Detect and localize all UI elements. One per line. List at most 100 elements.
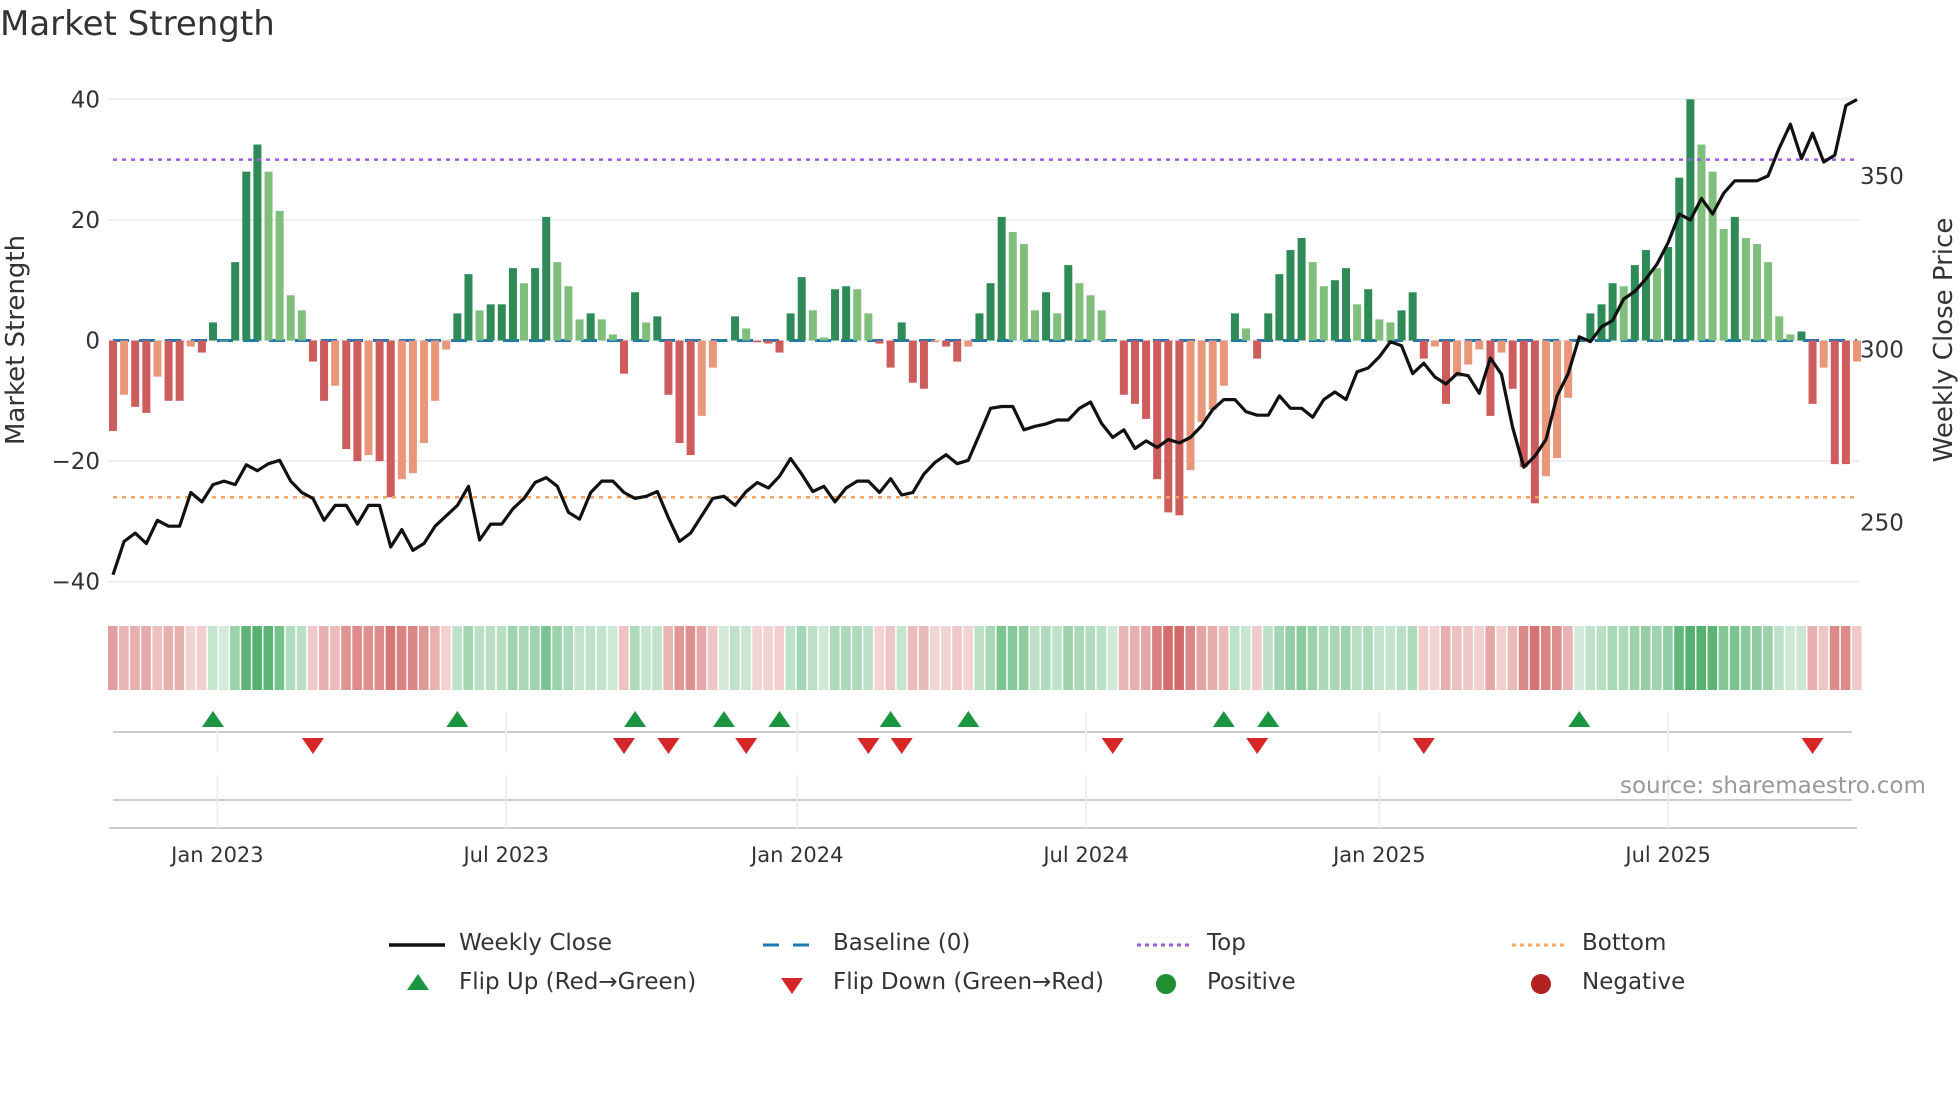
strength-strip-cell [1085, 626, 1096, 690]
strength-bar [1408, 292, 1417, 341]
strength-bar [742, 328, 751, 341]
strength-bar [1708, 171, 1717, 341]
strength-strip-cell [119, 626, 129, 690]
strength-strip-cell [1740, 626, 1751, 690]
strength-bar [1664, 247, 1673, 341]
strength-bar [1008, 231, 1017, 341]
strength-bar [197, 340, 206, 353]
strength-strip-cell [1474, 626, 1484, 690]
strength-strip-cell [518, 626, 529, 690]
strength-strip-cell [1229, 626, 1240, 690]
y-right-tick-label: 250 [1860, 511, 1904, 537]
strength-strip-cell [829, 626, 840, 690]
strength-strip-cell [207, 626, 218, 690]
strength-bar [1464, 340, 1473, 365]
strength-bar [1308, 262, 1317, 341]
strength-strip-cell [463, 626, 474, 690]
strength-strip-cell [230, 626, 240, 690]
strength-strip-cell [574, 626, 585, 690]
strength-bar [1730, 216, 1739, 341]
x-tick-label: Jan 2024 [749, 843, 844, 867]
strength-strip-cell [1785, 626, 1795, 690]
strength-strip-cell [1763, 626, 1773, 690]
legend-label: Flip Down (Green→Red) [833, 969, 1104, 995]
strength-bar [1486, 340, 1495, 416]
strength-strip-cell [252, 626, 262, 690]
x-tick-label: Jul 2024 [1041, 843, 1128, 867]
strength-strip-cell [1529, 626, 1540, 690]
strength-strip-cell [1851, 626, 1862, 690]
strength-strip-cell [385, 626, 396, 690]
strength-strip-cell [1074, 626, 1084, 690]
strength-strip-cell [1707, 626, 1718, 690]
y-right-tick-label: 350 [1860, 164, 1904, 190]
strength-bar [997, 216, 1006, 341]
strength-bar [220, 340, 229, 342]
strength-strip-cell [1696, 626, 1707, 690]
strength-bar [253, 144, 262, 341]
strength-strip-cell [1685, 626, 1695, 690]
y-tick-label: −20 [51, 449, 100, 475]
source-credit: source: sharemaestro.com [1620, 773, 1926, 799]
strength-strip-cell [1329, 626, 1340, 690]
strength-bar [1441, 340, 1450, 404]
strength-strip-cell [196, 626, 207, 690]
strength-strip-cell [152, 626, 162, 690]
strength-bar [1208, 340, 1217, 410]
strength-strip-cell [1063, 626, 1073, 690]
strength-bar [186, 340, 195, 347]
strength-bar [1319, 286, 1328, 341]
y-axis-label: Market Strength [1, 235, 31, 445]
strength-bar [164, 340, 173, 401]
strength-bar [653, 316, 662, 341]
x-tick-label: Jul 2023 [461, 843, 548, 867]
strength-bar [1775, 316, 1784, 341]
strength-strip-cell [185, 626, 196, 690]
strength-strip-cell [963, 626, 973, 690]
strength-bar [819, 337, 828, 341]
strength-bar [1019, 244, 1028, 341]
strength-strip-cell [241, 626, 251, 690]
strength-strip-cell [1141, 626, 1151, 690]
strength-strip-cell [174, 626, 185, 690]
strength-strip-cell [1629, 626, 1640, 690]
strength-strip-cell [663, 626, 673, 690]
strength-bar [1275, 274, 1284, 341]
strength-strip-cell [707, 626, 718, 690]
strength-bar [1230, 313, 1239, 341]
legend-triangle-down-icon [781, 978, 803, 994]
strength-bar [1808, 340, 1817, 404]
strength-strip-cell [752, 626, 762, 690]
strength-strip-cell [1318, 626, 1329, 690]
strength-bar [1697, 144, 1706, 341]
strength-strip-cell [1674, 626, 1684, 690]
strength-strip-cell [1829, 626, 1840, 690]
flip-down-marker [1412, 738, 1435, 754]
strength-strip-cell [507, 626, 518, 690]
flip-down-marker [857, 738, 880, 754]
strength-strip-cell [1440, 626, 1451, 690]
flip-up-marker [1212, 711, 1235, 727]
strength-strip-cell [1796, 626, 1807, 690]
y-tick-label: −40 [51, 570, 100, 596]
strength-strip-cell [1807, 626, 1818, 690]
strength-bar [1153, 340, 1162, 480]
strength-bar [420, 340, 429, 444]
strength-bar [1475, 340, 1484, 350]
strength-bar [208, 322, 217, 341]
strength-strip-cell [274, 626, 285, 690]
strength-strip-cell [1007, 626, 1018, 690]
strength-bar [242, 171, 251, 341]
strength-bar [375, 340, 384, 462]
strength-bar [1286, 250, 1295, 341]
strength-strip-cell [363, 626, 374, 690]
flip-down-marker [890, 738, 913, 754]
strength-bar [908, 340, 917, 383]
strength-strip-cell [452, 626, 462, 690]
strength-bar [1397, 310, 1406, 341]
strength-bar [1219, 340, 1228, 386]
strength-strip-cell [607, 626, 618, 690]
strength-bar [520, 283, 529, 341]
strength-strip-cell [1552, 626, 1562, 690]
strength-bar [497, 304, 506, 341]
